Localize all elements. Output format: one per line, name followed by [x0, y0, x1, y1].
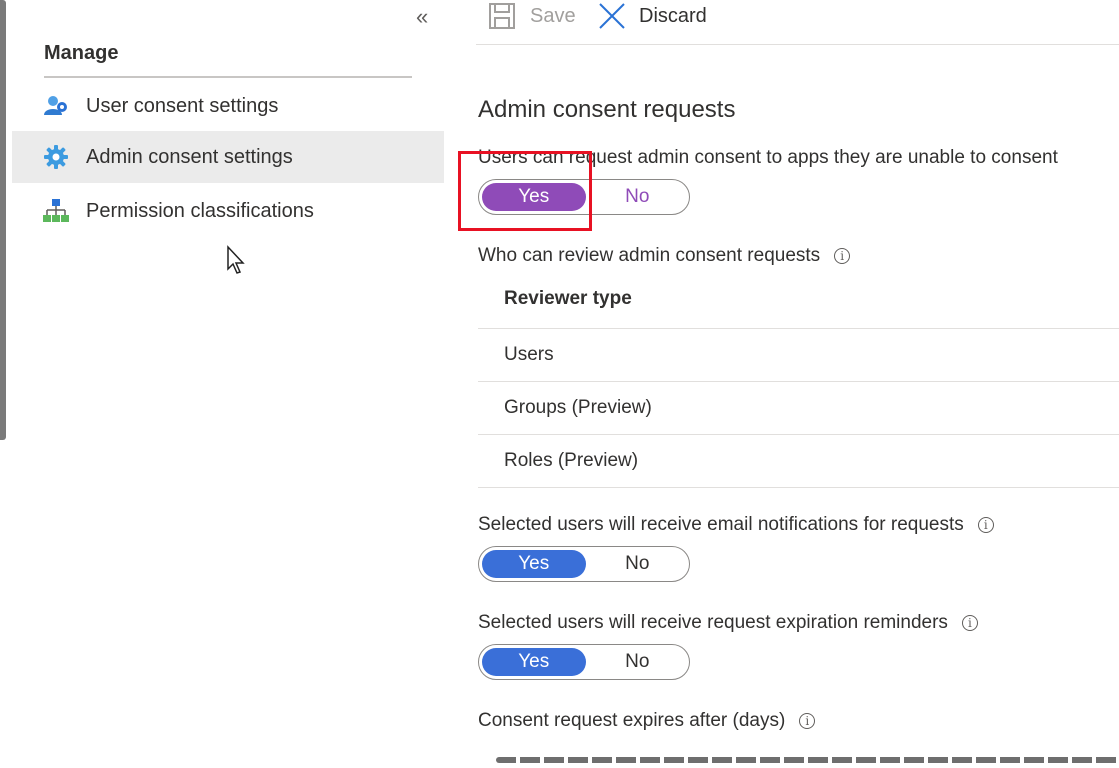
- section-title: Admin consent requests: [478, 96, 736, 123]
- sidebar-item-label: User consent settings: [86, 94, 279, 117]
- email-notifications-label: Selected users will receive email notifi…: [478, 514, 994, 536]
- table-header: Reviewer type: [478, 270, 1119, 329]
- email-notifications-toggle[interactable]: Yes No: [478, 546, 690, 582]
- info-icon[interactable]: i: [977, 516, 994, 533]
- manage-heading: Manage: [44, 42, 119, 64]
- info-icon[interactable]: i: [834, 247, 851, 264]
- divider: [44, 76, 412, 78]
- expiration-reminders-toggle[interactable]: Yes No: [478, 644, 690, 680]
- reviewer-table: Reviewer type Users Groups (Preview) Rol…: [478, 270, 1119, 488]
- scrollbar[interactable]: [0, 0, 6, 440]
- toolbar-divider: [476, 44, 1119, 45]
- expires-after-text: Consent request expires after (days): [478, 710, 786, 731]
- mouse-cursor-icon: [227, 245, 245, 274]
- sidebar-item-permission-classifications[interactable]: Permission classifications: [12, 185, 444, 237]
- discard-button[interactable]: Discard: [598, 2, 707, 30]
- expiration-reminders-text: Selected users will receive request expi…: [478, 612, 948, 633]
- no-option[interactable]: No: [586, 648, 690, 676]
- sidebar-item-label: Admin consent settings: [86, 145, 293, 168]
- highlight-box: [458, 151, 592, 231]
- yes-option[interactable]: Yes: [482, 648, 586, 676]
- reviewers-label: Who can review admin consent requests i: [478, 245, 851, 267]
- expiration-reminders-label: Selected users will receive request expi…: [478, 612, 978, 634]
- expires-after-label: Consent request expires after (days) i: [478, 710, 816, 732]
- sidebar-item-admin-consent-settings[interactable]: Admin consent settings: [12, 131, 444, 183]
- sidebar-item-label: Permission classifications: [86, 199, 314, 222]
- hierarchy-icon: [43, 199, 69, 222]
- table-row[interactable]: Roles (Preview): [478, 435, 1119, 488]
- save-label: Save: [530, 4, 576, 27]
- collapse-sidebar-icon[interactable]: «: [416, 4, 428, 30]
- info-icon[interactable]: i: [961, 614, 978, 631]
- sidebar-item-user-consent-settings[interactable]: User consent settings: [12, 80, 444, 132]
- save-icon: [489, 3, 515, 29]
- table-row[interactable]: Groups (Preview): [478, 382, 1119, 435]
- expiry-days-slider[interactable]: [496, 757, 1119, 763]
- save-button[interactable]: Save: [488, 2, 576, 30]
- table-row[interactable]: Users: [478, 329, 1119, 382]
- close-icon: [599, 3, 625, 29]
- user-gear-icon: [44, 96, 67, 115]
- gear-icon: [44, 145, 68, 169]
- discard-label: Discard: [639, 4, 707, 27]
- info-icon[interactable]: i: [799, 712, 816, 729]
- no-option[interactable]: No: [586, 183, 690, 211]
- yes-option[interactable]: Yes: [482, 550, 586, 578]
- email-notifications-text: Selected users will receive email notifi…: [478, 514, 964, 535]
- no-option[interactable]: No: [586, 550, 690, 578]
- reviewers-label-text: Who can review admin consent requests: [478, 245, 821, 266]
